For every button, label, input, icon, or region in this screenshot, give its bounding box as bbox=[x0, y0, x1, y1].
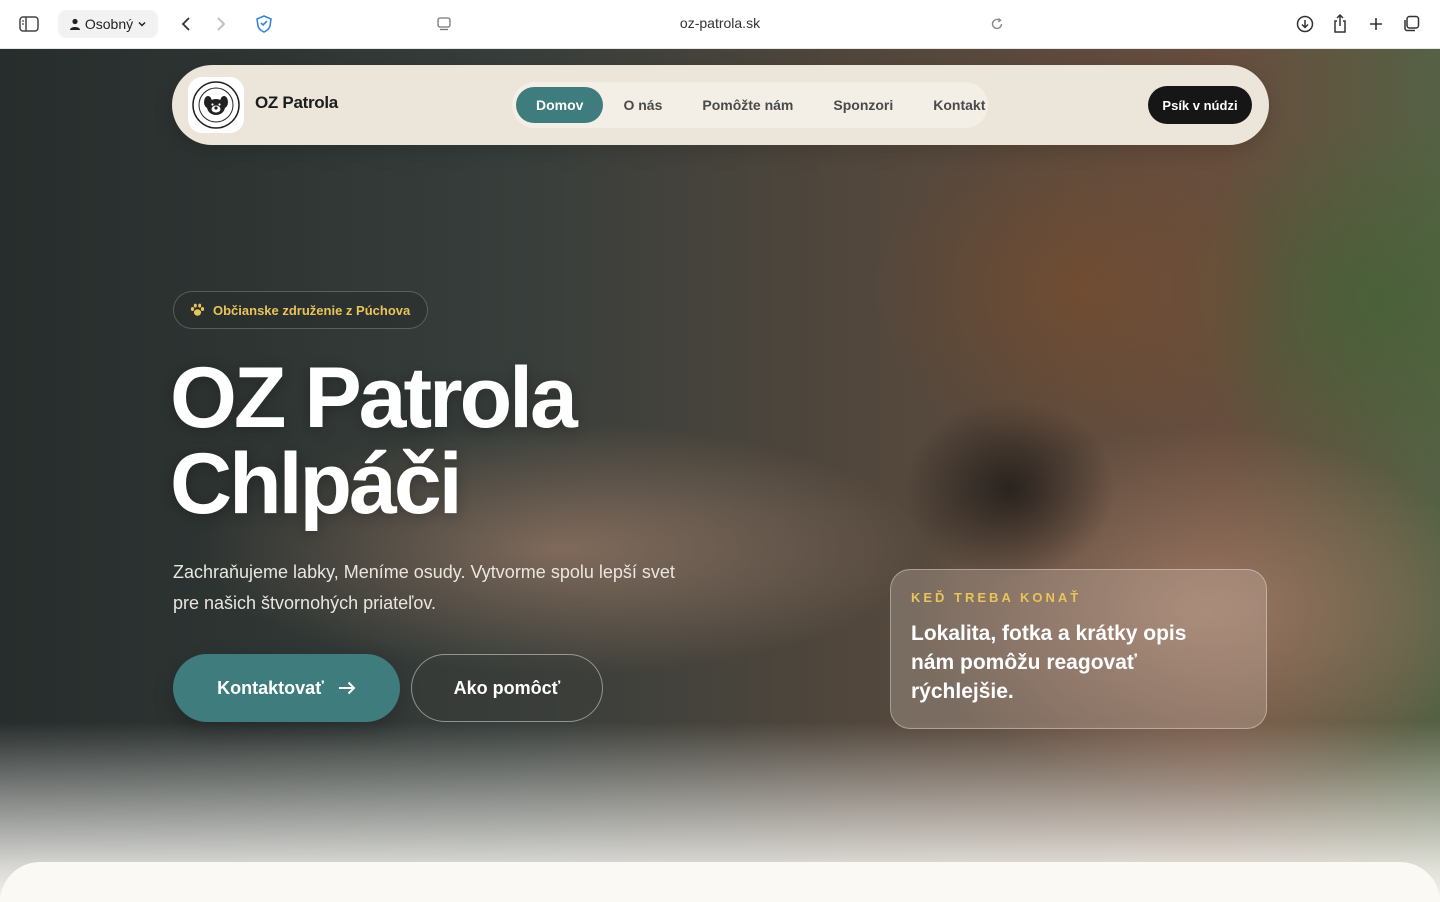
origin-badge: Občianske združenie z Púchova bbox=[173, 291, 428, 329]
arrow-right-icon bbox=[338, 681, 356, 695]
nav-link-o-nas[interactable]: O nás bbox=[603, 87, 682, 123]
callout-text: Lokalita, fotka a krátky opis nám pomôžu… bbox=[911, 622, 1187, 703]
brand-name[interactable]: OZ Patrola bbox=[255, 93, 338, 113]
badge-text: Občianske združenie z Púchova bbox=[213, 302, 411, 318]
urgent-callout-card: KEĎ TREBA KONAŤ Lokalita, fotka a krátky… bbox=[890, 569, 1267, 729]
paw-icon bbox=[190, 303, 205, 316]
hero-title-line2: Chlpáči bbox=[170, 436, 463, 532]
nav-link-sponzori[interactable]: Sponzori bbox=[813, 87, 913, 123]
hero-title-line1: OZ Patrola bbox=[170, 350, 578, 446]
hero-section: OZ Patrola Domov O nás Pomôžte nám Sponz… bbox=[0, 49, 1440, 902]
nav-link-kontakt[interactable]: Kontakt bbox=[913, 87, 1005, 123]
contact-button-label: Kontaktovať bbox=[217, 677, 324, 698]
new-tab-icon[interactable] bbox=[1363, 10, 1389, 38]
site-navbar: OZ Patrola Domov O nás Pomôžte nám Sponz… bbox=[172, 65, 1269, 145]
share-icon[interactable] bbox=[1327, 10, 1353, 38]
dog-in-need-button[interactable]: Psík v núdzi bbox=[1148, 86, 1252, 124]
callout-eyebrow: KEĎ TREBA KONAŤ bbox=[911, 590, 1082, 605]
hero-subtitle: Zachraňujeme labky, Meníme osudy. Vytvor… bbox=[173, 562, 675, 613]
nav-link-domov[interactable]: Domov bbox=[516, 87, 604, 123]
how-to-help-button[interactable]: Ako pomôcť bbox=[411, 654, 603, 722]
browser-toolbar: Osobný oz-patrola.sk bbox=[0, 0, 1440, 49]
address-bar[interactable]: oz-patrola.sk bbox=[0, 15, 1440, 31]
download-icon[interactable] bbox=[1292, 10, 1318, 38]
nav-links: Domov O nás Pomôžte nám Sponzori Kontakt bbox=[512, 82, 988, 128]
reload-icon[interactable] bbox=[985, 10, 1009, 38]
hero-title: OZ Patrola Chlpáči bbox=[170, 355, 850, 527]
nav-link-pomozte-nam[interactable]: Pomôžte nám bbox=[682, 87, 813, 123]
site-logo[interactable] bbox=[188, 77, 244, 133]
contact-button[interactable]: Kontaktovať bbox=[173, 654, 400, 722]
next-section-panel bbox=[0, 862, 1440, 902]
tab-overview-icon[interactable] bbox=[1398, 10, 1424, 38]
